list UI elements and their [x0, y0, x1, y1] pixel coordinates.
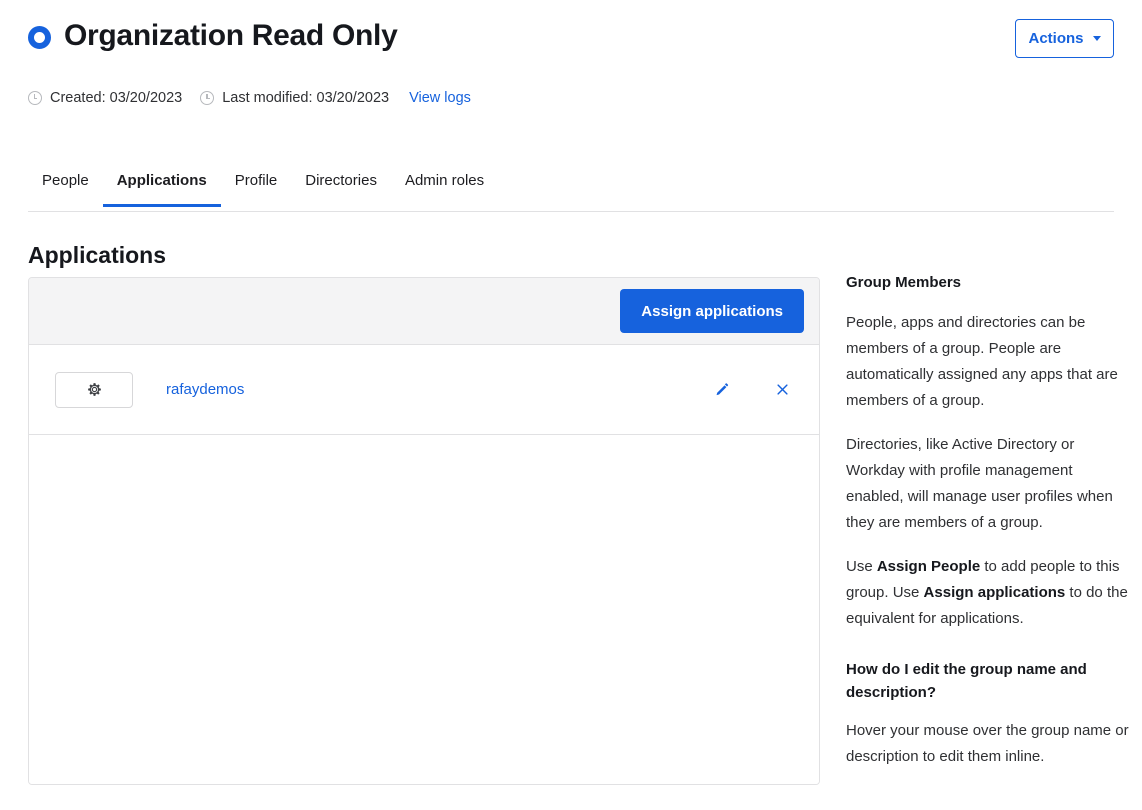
table-row[interactable]: rafaydemos	[29, 345, 819, 435]
help-sidebar: Group Members People, apps and directori…	[846, 272, 1130, 770]
remove-button[interactable]	[773, 381, 791, 399]
created-meta: Created: 03/20/2023	[28, 88, 182, 108]
tab-bar: People Applications Profile Directories …	[28, 170, 1114, 212]
application-name-link[interactable]: rafaydemos	[166, 381, 244, 398]
help-paragraph-2: Directories, like Active Directory or Wo…	[846, 436, 1113, 531]
clock-icon	[200, 91, 215, 105]
edit-button[interactable]	[713, 381, 731, 399]
group-ring-icon	[28, 26, 51, 49]
tab-profile[interactable]: Profile	[221, 170, 292, 206]
help-answer: Hover your mouse over the group name or …	[846, 722, 1129, 765]
applications-panel: Assign applications rafaydemos	[28, 277, 820, 785]
page-title: Organization Read Only	[64, 19, 398, 52]
help-heading: Group Members	[846, 274, 962, 291]
modified-meta: Last modified: 03/20/2023	[200, 88, 389, 108]
actions-button[interactable]: Actions	[1015, 19, 1114, 58]
pencil-icon	[716, 383, 728, 396]
created-label: Created: 03/20/2023	[50, 90, 183, 106]
close-icon	[776, 384, 788, 395]
panel-toolbar: Assign applications	[29, 278, 819, 345]
tab-people[interactable]: People	[28, 170, 103, 206]
actions-button-label: Actions	[1028, 30, 1084, 47]
tab-applications[interactable]: Applications	[102, 170, 221, 207]
tab-directories[interactable]: Directories	[291, 170, 391, 206]
assign-applications-button[interactable]: Assign applications	[620, 289, 804, 333]
help-paragraph-1: People, apps and directories can be memb…	[846, 314, 1118, 409]
metadata-row: Created: 03/20/2023 Last modified: 03/20…	[28, 88, 471, 108]
last-modified-label: Last modified: 03/20/2023	[222, 90, 390, 106]
panel-empty-body	[29, 435, 819, 784]
section-title: Applications	[28, 242, 167, 268]
page-root: Organization Read Only Created: 03/20/20…	[0, 0, 1142, 810]
title-row: Organization Read Only	[28, 18, 398, 54]
clock-icon	[28, 91, 42, 105]
help-paragraph-3: Use Assign People to add people to this …	[846, 554, 1130, 632]
help-question: How do I edit the group name and descrip…	[846, 661, 1087, 701]
assign-people-emphasis: Assign People	[876, 558, 981, 575]
tab-admin-roles[interactable]: Admin roles	[391, 170, 498, 206]
app-icon-container	[55, 371, 133, 408]
assign-applications-emphasis: Assign applications	[923, 584, 1066, 601]
view-logs-link[interactable]: View logs	[409, 88, 471, 108]
row-actions	[713, 381, 791, 399]
gear-icon	[87, 383, 101, 396]
help-p3-text-1: Use	[846, 558, 877, 575]
chevron-down-icon	[1092, 36, 1101, 41]
